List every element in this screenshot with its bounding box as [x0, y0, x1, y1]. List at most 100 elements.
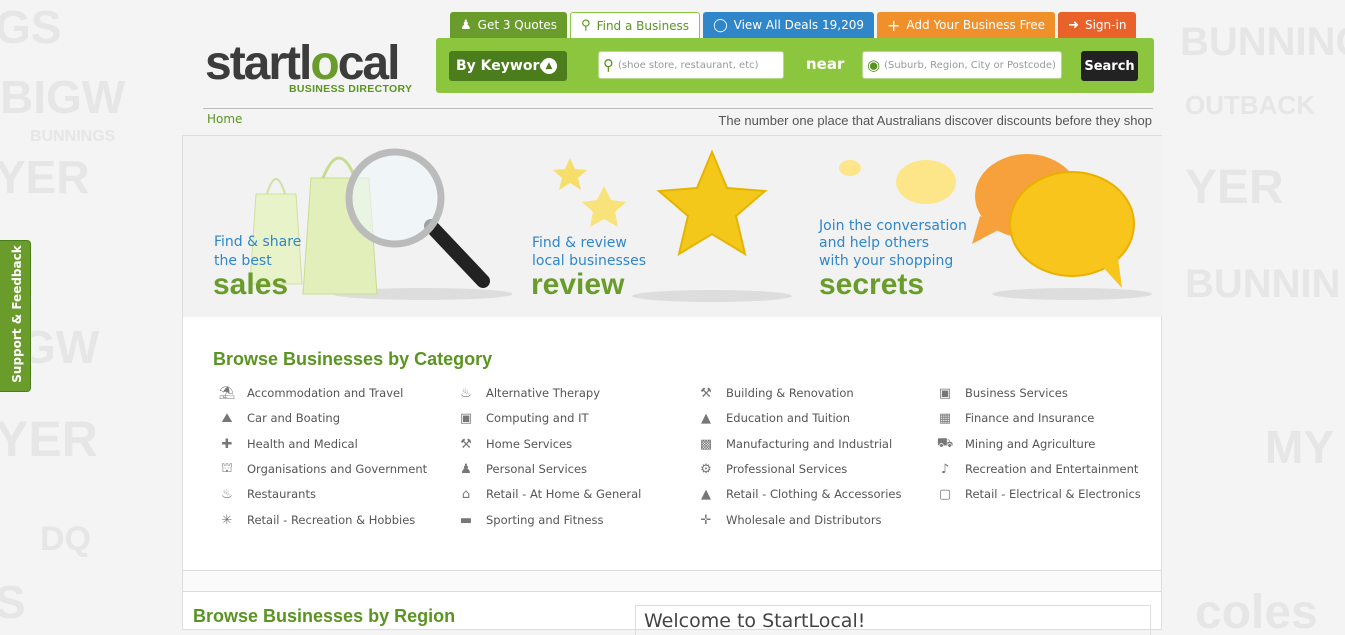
- banner-review-line1: Find & review: [532, 235, 627, 251]
- category-recreation-entertainment[interactable]: ♪ Recreation and Entertainment: [935, 461, 1139, 477]
- section-separator: [183, 570, 1161, 592]
- tab-sign-in[interactable]: ➜ Sign-in: [1058, 12, 1137, 38]
- tv-icon: ▢: [938, 486, 952, 502]
- right-background: BUNNINGS OUTBACK YER BUNNIN MY coles: [1165, 0, 1345, 630]
- breadcrumb-home[interactable]: Home: [207, 112, 242, 126]
- banner-secrets-line2: and help others: [819, 235, 930, 251]
- site-tagline: The number one place that Australians di…: [718, 113, 1152, 128]
- beach-umbrella-icon: ⛱: [218, 385, 236, 401]
- brand-watermark: YER: [1185, 161, 1284, 214]
- category-health-medical[interactable]: ✚ Health and Medical: [217, 436, 358, 452]
- tab-get-quotes[interactable]: ♟ Get 3 Quotes: [450, 12, 568, 38]
- category-computing-it[interactable]: ▣ Computing and IT: [456, 410, 589, 426]
- tractor-icon: ⛟: [936, 435, 954, 451]
- category-organisations-government[interactable]: ⛫ Organisations and Government: [217, 461, 427, 477]
- calculator-icon: ▦: [938, 410, 952, 426]
- plus-icon: +: [886, 15, 901, 35]
- gears-icon: ⚙: [700, 461, 712, 477]
- search-icon: ⚲: [581, 18, 591, 33]
- banner-review-big: review: [531, 268, 625, 301]
- category-sporting-fitness[interactable]: ▬ Sporting and Fitness: [456, 512, 604, 528]
- tab-view-deals[interactable]: ◯ View All Deals 19,209: [703, 12, 874, 38]
- brand-watermark: GW: [20, 321, 100, 373]
- banner-review[interactable]: Find & review local businesses review: [512, 136, 803, 317]
- support-feedback-tab[interactable]: Support & Feedback: [0, 240, 31, 392]
- brand-watermark: DQ: [40, 520, 91, 558]
- government-building-icon: ⛫: [221, 460, 233, 476]
- tab-add-business[interactable]: + Add Your Business Free: [876, 12, 1056, 38]
- dumbbell-icon: ▬: [459, 512, 473, 528]
- tshirt-icon: ▲: [701, 486, 711, 502]
- search-icon: ⚲: [603, 56, 614, 74]
- hammer-icon: ⚒: [700, 385, 712, 401]
- banner-secrets-line1: Join the conversation: [819, 218, 967, 234]
- category-retail-electrical-electronics[interactable]: ▢ Retail - Electrical & Electronics: [935, 486, 1141, 502]
- location-pin-icon: ◉: [867, 56, 881, 74]
- header-divider: [203, 108, 1153, 109]
- brand-watermark: GS: [0, 1, 62, 53]
- factory-icon: ▩: [699, 436, 713, 452]
- banner-secrets-big: secrets: [819, 268, 925, 301]
- chevron-up-icon: ▲: [541, 58, 557, 74]
- therapy-bowl-icon: ♨: [460, 385, 472, 401]
- computer-icon: ▣: [459, 410, 473, 426]
- brand-watermark: BIGW: [0, 71, 126, 123]
- category-wholesale-distributors[interactable]: ✛ Wholesale and Distributors: [696, 512, 882, 528]
- tab-find-business[interactable]: ⚲ Find a Business: [570, 12, 701, 38]
- puzzle-icon: ✳: [221, 512, 233, 528]
- category-alternative-therapy[interactable]: ♨ Alternative Therapy: [456, 385, 600, 401]
- brand-watermark: YER: [0, 411, 98, 467]
- brand-watermark: BUNNIN: [1185, 262, 1341, 306]
- tag-icon: ◯: [713, 17, 728, 33]
- banner-sales[interactable]: Find & share the best sales: [183, 136, 513, 317]
- category-retail-clothing-accessories[interactable]: ▲ Retail - Clothing & Accessories: [696, 486, 901, 502]
- support-feedback-label: Support & Feedback: [10, 245, 24, 383]
- quote-person-icon: ♟: [460, 17, 472, 33]
- brand-watermark: OUTBACK: [1185, 90, 1315, 120]
- category-building-renovation[interactable]: ⚒ Building & Renovation: [696, 385, 854, 401]
- logo-subtitle: BUSINESS DIRECTORY: [289, 83, 413, 95]
- cutlery-icon: ♨: [221, 486, 233, 502]
- banner-sales-big: sales: [213, 268, 289, 301]
- signin-icon: ➜: [1068, 17, 1079, 33]
- brand-watermark: coles: [1195, 586, 1318, 630]
- category-home-services[interactable]: ⚒ Home Services: [456, 436, 572, 452]
- location-input[interactable]: ◉ (Suburb, Region, City or Postcode): [862, 51, 1062, 79]
- banner-secrets[interactable]: Join the conversation and help others wi…: [802, 136, 1162, 317]
- car-icon: ⛰: [221, 410, 233, 426]
- keyword-search-input[interactable]: ⚲ (shoe store, restaurant, etc): [598, 51, 784, 79]
- category-finance-insurance[interactable]: ▦ Finance and Insurance: [935, 410, 1095, 426]
- brand-watermark: BUNNINGS: [30, 128, 116, 145]
- category-professional-services[interactable]: ⚙ Professional Services: [696, 461, 847, 477]
- distribution-arrows-icon: ✛: [700, 512, 712, 528]
- region-section-title: Browse Businesses by Region: [193, 606, 456, 626]
- category-restaurants[interactable]: ♨ Restaurants: [217, 486, 316, 502]
- category-business-services[interactable]: ▣ Business Services: [935, 385, 1068, 401]
- category-accommodation-travel[interactable]: ⛱ Accommodation and Travel: [217, 385, 404, 401]
- category-retail-home-general[interactable]: ⌂ Retail - At Home & General: [456, 486, 642, 502]
- category-car-boating[interactable]: ⛰ Car and Boating: [217, 410, 341, 426]
- welcome-panel: Welcome to StartLocal!: [635, 605, 1151, 635]
- category-mining-agriculture[interactable]: ⛟ Mining and Agriculture: [935, 435, 1096, 452]
- tools-icon: ⚒: [460, 436, 472, 452]
- brand-watermark: BUNNINGS: [1180, 20, 1345, 64]
- search-bar: By Keyword ▲ ⚲ (shoe store, restaurant, …: [436, 38, 1154, 93]
- startlocal-logo[interactable]: startlocal BUSINESS DIRECTORY: [205, 40, 415, 98]
- search-mode-dropdown[interactable]: By Keyword ▲: [449, 51, 567, 81]
- top-tabs: ♟ Get 3 Quotes ⚲ Find a Business ◯ View …: [450, 12, 1139, 38]
- microphone-icon: ♪: [940, 461, 950, 477]
- welcome-title: Welcome to StartLocal!: [644, 610, 866, 632]
- category-personal-services[interactable]: ♟ Personal Services: [456, 461, 587, 477]
- category-retail-recreation-hobbies[interactable]: ✳ Retail - Recreation & Hobbies: [217, 512, 416, 528]
- house-icon: ⌂: [461, 486, 471, 502]
- person-icon: ♟: [460, 461, 472, 477]
- category-education-tuition[interactable]: ▲ Education and Tuition: [696, 410, 850, 426]
- logo-wordmark: startlocal: [205, 37, 400, 90]
- category-manufacturing-industrial[interactable]: ▩ Manufacturing and Industrial: [696, 436, 892, 452]
- brand-watermark: S: [0, 576, 26, 628]
- search-button[interactable]: Search: [1081, 51, 1138, 81]
- near-label: near: [806, 55, 845, 73]
- medical-kit-icon: ✚: [221, 436, 233, 452]
- category-section-title: Browse Businesses by Category: [213, 349, 493, 369]
- brand-watermark: YER: [0, 151, 90, 203]
